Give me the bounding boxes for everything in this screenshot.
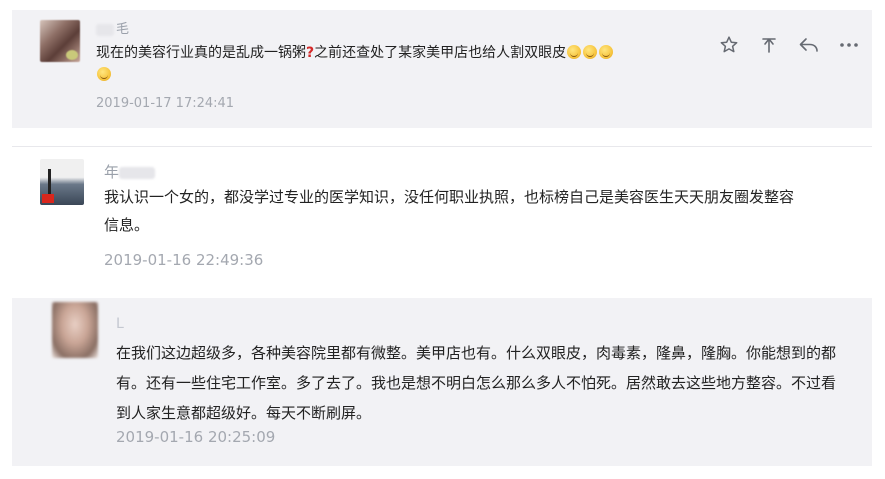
redacted-name (119, 166, 156, 179)
comment-list: 毛 现在的美容行业真的是乱成一锅粥?之前还查处了某家美甲店也给人割双眼皮 201… (0, 0, 885, 479)
comment-text: 我认识一个女的，都没学过专业的医学知识，没任何职业执照，也标榜自己是美容医生天天… (104, 188, 795, 234)
grin-emoji-icon (599, 45, 614, 59)
avatar[interactable] (40, 159, 84, 205)
username-text: 毛 (116, 22, 130, 37)
star-button[interactable] (716, 32, 742, 58)
more-icon (840, 43, 858, 47)
username[interactable]: 毛 (96, 18, 129, 37)
comment-actions (716, 32, 862, 58)
comment-text-part1: 现在的美容行业真的是乱成一锅粥 (96, 45, 306, 61)
username[interactable]: L (116, 316, 124, 332)
comment-timestamp: 2019-01-17 17:24:41 (96, 96, 235, 111)
reply-icon (799, 38, 818, 52)
avatar[interactable] (52, 302, 98, 358)
avatar[interactable] (40, 20, 80, 62)
username-text: 年 (104, 163, 120, 181)
avatar-detail (48, 169, 51, 195)
grin-emoji-icon (97, 67, 111, 81)
redacted-name (96, 23, 114, 36)
comment-timestamp: 2019-01-16 20:25:09 (116, 428, 276, 446)
badge-icon (66, 50, 78, 60)
comment-timestamp: 2019-01-16 22:49:36 (104, 251, 264, 269)
grin-emoji-icon (583, 45, 598, 59)
comment-item: 毛 现在的美容行业真的是乱成一锅粥?之前还查处了某家美甲店也给人割双眼皮 201… (12, 10, 872, 128)
comment-text: 现在的美容行业真的是乱成一锅粥?之前还查处了某家美甲店也给人割双眼皮 (96, 42, 696, 86)
comment-item: L 在我们这边超级多，各种美容院里都有微整。美甲店也有。什么双眼皮，肉毒素，隆鼻… (12, 298, 872, 466)
comment-text: 在我们这边超级多，各种美容院里都有微整。美甲店也有。什么双眼皮，肉毒素，隆鼻，隆… (116, 344, 837, 422)
username[interactable]: 年 (104, 161, 157, 182)
reply-button[interactable] (796, 32, 822, 58)
thumbs-down-icon (762, 38, 776, 53)
grin-emoji-icon (567, 45, 582, 59)
star-icon (720, 36, 738, 53)
comment-text-part2: 之前还查处了某家美甲店也给人割双眼皮 (314, 45, 567, 61)
thumbs-down-button[interactable] (756, 32, 782, 58)
flag-icon (42, 194, 54, 203)
question-mark-icon: ? (306, 45, 315, 61)
comment-item: 年 我认识一个女的，都没学过专业的医学知识，没任何职业执照，也标榜自己是美容医生… (12, 146, 872, 288)
more-button[interactable] (836, 32, 862, 58)
